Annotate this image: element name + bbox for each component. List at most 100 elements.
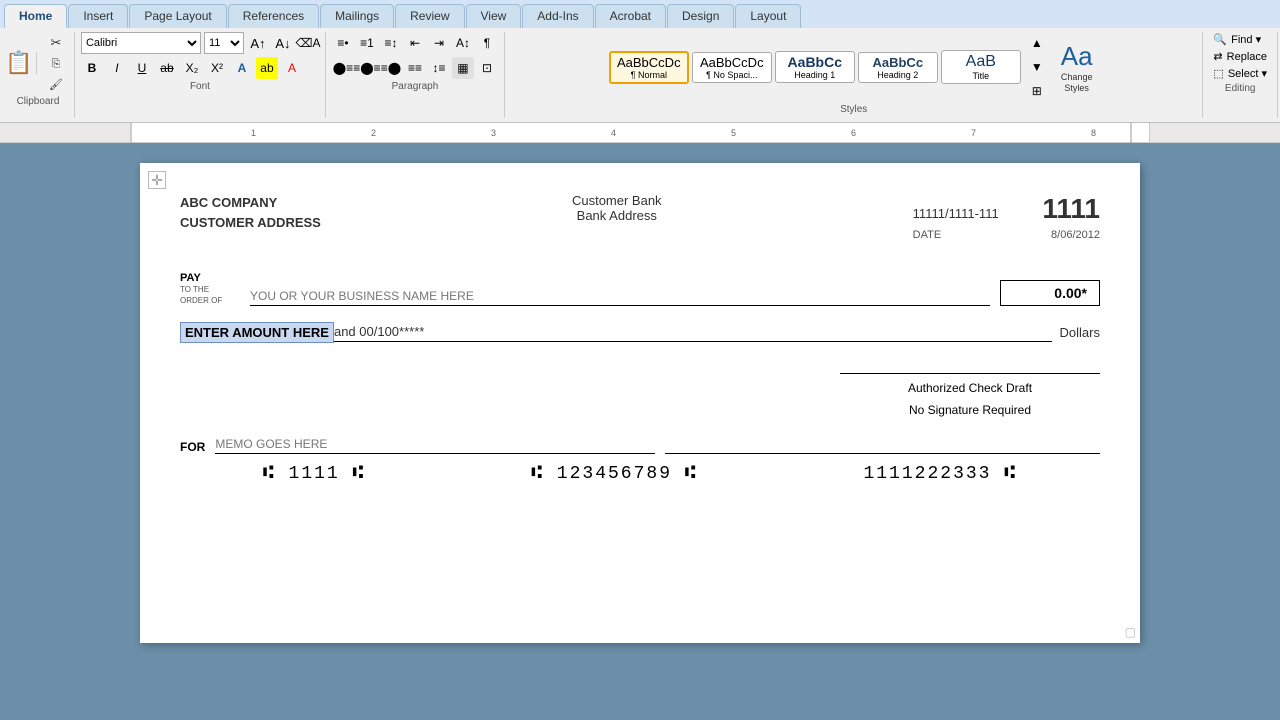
style-heading2[interactable]: AaBbCc Heading 2 bbox=[858, 52, 938, 83]
company-address: CUSTOMER ADDRESS bbox=[180, 213, 321, 233]
clipboard-group: 📋 ✂ ⎘ 🖌 Clipboard bbox=[2, 32, 75, 118]
ruler: 1 2 3 4 5 6 7 8 bbox=[0, 123, 1280, 143]
payee-name-line[interactable]: YOU OR YOUR BUSINESS NAME HERE bbox=[250, 289, 990, 306]
cut-button[interactable]: ✂ bbox=[44, 32, 68, 54]
align-center-button[interactable]: ≡⬤≡ bbox=[356, 57, 378, 79]
signature-area: Authorized Check Draft No Signature Requ… bbox=[180, 373, 1100, 421]
tab-view[interactable]: View bbox=[466, 4, 522, 28]
styles-scroll-up[interactable]: ▲ bbox=[1026, 32, 1048, 54]
underline-button[interactable]: U bbox=[131, 57, 153, 79]
change-styles-icon: Aa bbox=[1061, 41, 1093, 72]
payee-placeholder: YOU OR YOUR BUSINESS NAME HERE bbox=[250, 289, 474, 303]
tab-design[interactable]: Design bbox=[667, 4, 734, 28]
style-normal[interactable]: AaBbCcDc ¶ Normal bbox=[609, 51, 689, 84]
amount-box[interactable]: 0.00* bbox=[1000, 280, 1100, 306]
authorized-line1: Authorized Check Draft bbox=[840, 378, 1100, 400]
text-effects-button[interactable]: A bbox=[231, 57, 253, 79]
tab-references[interactable]: References bbox=[228, 4, 319, 28]
micr-left: ⑆ 1111 ⑆ bbox=[263, 464, 365, 484]
italic-button[interactable]: I bbox=[106, 57, 128, 79]
tab-mailings[interactable]: Mailings bbox=[320, 4, 394, 28]
resize-handle[interactable]: ▢ bbox=[1125, 625, 1136, 639]
increase-indent-button[interactable]: ⇥ bbox=[428, 32, 450, 54]
bullets-button[interactable]: ≡• bbox=[332, 32, 354, 54]
tab-layout[interactable]: Layout bbox=[735, 4, 801, 28]
change-styles-button[interactable]: Aa ChangeStyles bbox=[1055, 39, 1099, 96]
micr-right: 1111222333 ⑆ bbox=[863, 464, 1017, 484]
justify-button[interactable]: ≡≡ bbox=[404, 57, 426, 79]
clipboard-items: 📋 ✂ ⎘ 🖌 bbox=[8, 32, 68, 94]
style-no-spacing[interactable]: AaBbCcDc ¶ No Spaci... bbox=[692, 52, 772, 83]
paste-button[interactable]: 📋 bbox=[8, 52, 30, 74]
for-memo-line: FOR MEMO GOES HERE bbox=[180, 437, 1100, 454]
styles-more[interactable]: ⊞ bbox=[1026, 80, 1048, 102]
svg-text:1: 1 bbox=[251, 128, 256, 138]
tab-review[interactable]: Review bbox=[395, 4, 464, 28]
micr-mid: ⑆ 123456789 ⑆ bbox=[531, 464, 697, 484]
tab-insert[interactable]: Insert bbox=[68, 4, 128, 28]
select-icon: ⬚ bbox=[1213, 67, 1223, 80]
highlight-button[interactable]: ab bbox=[256, 57, 278, 79]
svg-text:2: 2 bbox=[371, 128, 376, 138]
editing-label: Editing bbox=[1225, 83, 1256, 97]
order-of-label: ORDER OF bbox=[180, 296, 240, 306]
multilevel-list-button[interactable]: ≡↕ bbox=[380, 32, 402, 54]
company-info: ABC COMPANY CUSTOMER ADDRESS bbox=[180, 193, 321, 232]
ribbon-main: 📋 ✂ ⎘ 🖌 Clipboard Calibri bbox=[0, 28, 1280, 122]
company-name: ABC COMPANY bbox=[180, 193, 321, 213]
clear-format-button[interactable]: ⌫A bbox=[297, 32, 319, 54]
styles-scroll-down[interactable]: ▼ bbox=[1026, 56, 1048, 78]
borders-button[interactable]: ⊡ bbox=[476, 57, 498, 79]
tab-home[interactable]: Home bbox=[4, 4, 67, 28]
show-hide-button[interactable]: ¶ bbox=[476, 32, 498, 54]
align-left-button[interactable]: ⬤≡ bbox=[332, 57, 354, 79]
line-spacing-button[interactable]: ↕≡ bbox=[428, 57, 450, 79]
decrease-font-button[interactable]: A↓ bbox=[272, 32, 294, 54]
svg-text:4: 4 bbox=[611, 128, 616, 138]
style-title[interactable]: AaB Title bbox=[941, 50, 1021, 84]
select-button[interactable]: ⬚ Select ▾ bbox=[1209, 66, 1271, 81]
bold-button[interactable]: B bbox=[81, 57, 103, 79]
font-size-select[interactable]: 11 bbox=[204, 32, 244, 54]
tab-add-ins[interactable]: Add-Ins bbox=[522, 4, 593, 28]
sort-button[interactable]: A↕ bbox=[452, 32, 474, 54]
increase-font-button[interactable]: A↑ bbox=[247, 32, 269, 54]
pay-label: PAY bbox=[180, 271, 240, 285]
bank-name: Customer Bank bbox=[572, 193, 662, 208]
style-heading1[interactable]: AaBbCc Heading 1 bbox=[775, 51, 855, 83]
clipboard-label: Clipboard bbox=[17, 96, 60, 110]
dollars-label: Dollars bbox=[1060, 325, 1100, 340]
tab-acrobat[interactable]: Acrobat bbox=[595, 4, 666, 28]
font-name-select[interactable]: Calibri bbox=[81, 32, 201, 54]
check-number: 1111 bbox=[1042, 193, 1100, 224]
find-button[interactable]: 🔍 Find ▾ bbox=[1209, 32, 1271, 47]
format-painter-button[interactable]: 🖌 bbox=[44, 75, 68, 94]
replace-button[interactable]: ⇄ Replace bbox=[1209, 49, 1271, 64]
shading-button[interactable]: ▦ bbox=[452, 57, 474, 79]
ribbon-tab-bar: Home Insert Page Layout References Maili… bbox=[0, 0, 1280, 28]
copy-button[interactable]: ⎘ bbox=[44, 55, 68, 74]
svg-text:7: 7 bbox=[971, 128, 976, 138]
font-color-button[interactable]: A bbox=[281, 57, 303, 79]
superscript-button[interactable]: X² bbox=[206, 57, 228, 79]
change-styles-label: ChangeStyles bbox=[1061, 72, 1093, 94]
numbering-button[interactable]: ≡1 bbox=[356, 32, 378, 54]
align-right-button[interactable]: ≡⬤ bbox=[380, 57, 402, 79]
for-label: FOR bbox=[180, 440, 205, 454]
subscript-button[interactable]: X₂ bbox=[181, 57, 203, 79]
move-handle[interactable]: ✛ bbox=[148, 171, 166, 189]
strikethrough-button[interactable]: ab bbox=[156, 57, 178, 79]
decrease-indent-button[interactable]: ⇤ bbox=[404, 32, 426, 54]
tab-page-layout[interactable]: Page Layout bbox=[129, 4, 226, 28]
memo-line[interactable]: MEMO GOES HERE bbox=[215, 437, 655, 454]
check-document: ✛ ABC COMPANY CUSTOMER ADDRESS Customer … bbox=[140, 163, 1140, 643]
pay-section: PAY TO THE ORDER OF YOU OR YOUR BUSINESS… bbox=[180, 271, 1100, 306]
ribbon: 📋 ✂ ⎘ 🖌 Clipboard Calibri bbox=[0, 28, 1280, 123]
check-num-area: 11111/1111-111 1111 DATE 8/06/2012 bbox=[913, 193, 1100, 241]
font-group: Calibri 11 A↑ A↓ ⌫A B I U ab bbox=[75, 32, 326, 118]
check-header: ABC COMPANY CUSTOMER ADDRESS Customer Ba… bbox=[180, 193, 1100, 241]
editing-group: 🔍 Find ▾ ⇄ Replace ⬚ Select ▾ Editing bbox=[1203, 32, 1278, 118]
svg-text:8: 8 bbox=[1091, 128, 1096, 138]
amount-highlighted[interactable]: ENTER AMOUNT HERE bbox=[180, 322, 334, 343]
svg-text:5: 5 bbox=[731, 128, 736, 138]
